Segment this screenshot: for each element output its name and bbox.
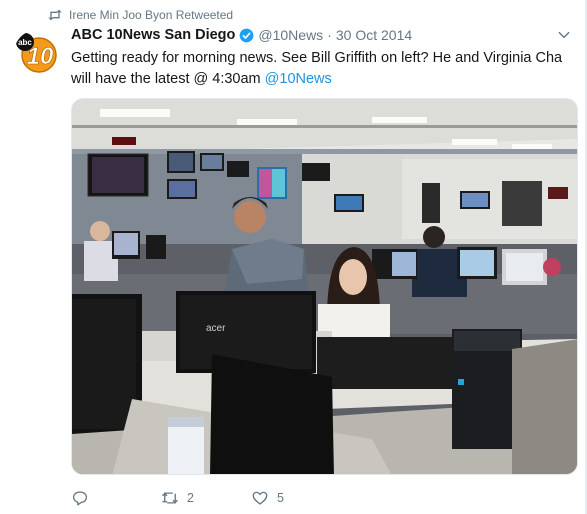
like-button[interactable]: 5 bbox=[251, 489, 285, 507]
author-name[interactable]: ABC 10News San Diego bbox=[71, 27, 235, 43]
retweet-button[interactable]: 2 bbox=[161, 489, 195, 507]
newsroom-photo: acer bbox=[72, 99, 577, 474]
mention-link[interactable]: @10News bbox=[265, 71, 332, 87]
like-count: 5 bbox=[277, 491, 284, 505]
chevron-down-icon[interactable] bbox=[557, 28, 571, 42]
tweet-photo[interactable]: acer bbox=[71, 98, 578, 475]
abc10-logo-icon: abc 10 bbox=[14, 30, 60, 76]
tweet-header: ABC 10News San Diego @10News · 30 Oct 20… bbox=[71, 25, 557, 45]
tweet-card[interactable]: Irene Min Joo Byon Retweeted abc 10 ABC … bbox=[0, 0, 587, 514]
retweet-label: Irene Min Joo Byon Retweeted bbox=[69, 8, 234, 22]
heart-icon bbox=[252, 491, 268, 505]
tweet-text: Getting ready for morning news. See Bill… bbox=[71, 48, 576, 90]
verified-badge-icon bbox=[240, 28, 254, 42]
retweet-icon bbox=[48, 9, 62, 21]
reply-button[interactable] bbox=[71, 489, 105, 507]
retweet-count: 2 bbox=[187, 491, 194, 505]
tweet-actions: 2 5 bbox=[71, 488, 341, 508]
avatar-number-text: 10 bbox=[27, 43, 54, 70]
author-handle[interactable]: @10News bbox=[258, 27, 323, 43]
reply-icon bbox=[72, 491, 88, 506]
monitor-brand-text: acer bbox=[206, 323, 226, 334]
separator-dot: · bbox=[327, 27, 332, 43]
tweet-date[interactable]: 30 Oct 2014 bbox=[336, 27, 412, 43]
avatar[interactable]: abc 10 bbox=[14, 30, 60, 76]
retweet-icon bbox=[162, 492, 178, 504]
retweet-context[interactable]: Irene Min Joo Byon Retweeted bbox=[47, 6, 233, 24]
